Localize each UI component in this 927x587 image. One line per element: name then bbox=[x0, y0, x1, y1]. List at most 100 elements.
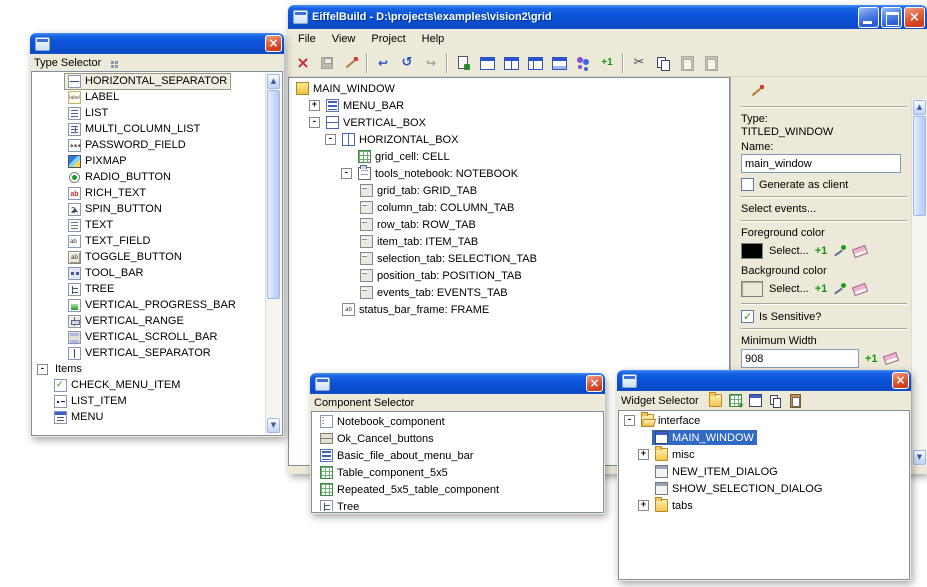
window-tool-button[interactable] bbox=[475, 51, 499, 75]
close-button[interactable] bbox=[892, 372, 909, 389]
tree-row[interactable]: SPIN_BUTTON bbox=[33, 201, 265, 217]
redo-button[interactable] bbox=[419, 51, 443, 75]
background-color-swatch[interactable] bbox=[741, 281, 763, 297]
tree-row[interactable]: -VERTICAL_BOX bbox=[289, 114, 729, 131]
expand-icon[interactable]: + bbox=[309, 100, 320, 111]
tree-row[interactable]: TOOL_BAR bbox=[33, 265, 265, 281]
tree-row[interactable]: row_tab: ROW_TAB bbox=[289, 216, 729, 233]
expand-icon[interactable]: + bbox=[638, 500, 649, 511]
foreground-select-link[interactable]: Select... bbox=[769, 245, 809, 257]
close-button[interactable] bbox=[904, 7, 925, 28]
tree-row[interactable]: selection_tab: SELECTION_TAB bbox=[289, 250, 729, 267]
tree-row[interactable]: HORIZONTAL_SEPARATOR bbox=[33, 73, 265, 89]
menu-view[interactable]: View bbox=[324, 31, 364, 47]
background-pick-color-icon[interactable] bbox=[833, 282, 847, 296]
tree-row[interactable]: grid_cell: CELL bbox=[289, 148, 729, 165]
undo-all-button[interactable] bbox=[395, 51, 419, 75]
tree-row[interactable]: LABEL bbox=[33, 89, 265, 105]
tree-row[interactable]: RADIO_BUTTON bbox=[33, 169, 265, 185]
type-list-scrollbar[interactable] bbox=[265, 73, 281, 434]
minimum-width-reset-icon[interactable] bbox=[882, 352, 898, 365]
scroll-up-button[interactable] bbox=[913, 100, 926, 115]
background-add-one-icon[interactable] bbox=[815, 282, 828, 296]
collapse-icon[interactable]: - bbox=[37, 364, 48, 375]
tree-row[interactable]: MENU bbox=[33, 409, 265, 425]
copy-icon[interactable] bbox=[769, 394, 782, 407]
tree-row[interactable]: VERTICAL_SCROLL_BAR bbox=[33, 329, 265, 345]
paste-special-button[interactable] bbox=[699, 51, 723, 75]
tree-row[interactable]: TREE bbox=[33, 281, 265, 297]
tree-row[interactable]: Notebook_component bbox=[313, 413, 602, 430]
generate-client-checkbox[interactable] bbox=[741, 178, 754, 191]
close-button[interactable] bbox=[586, 375, 603, 392]
tree-row[interactable]: Repeated_5x5_table_component bbox=[313, 481, 602, 498]
collapse-icon[interactable]: - bbox=[341, 168, 352, 179]
tree-row[interactable]: LIST bbox=[33, 105, 265, 121]
tree-row[interactable]: status_bar_frame: FRAME bbox=[289, 301, 729, 318]
tree-row[interactable]: MAIN_WINDOW bbox=[289, 80, 729, 97]
users-button[interactable] bbox=[571, 51, 595, 75]
scroll-up-button[interactable] bbox=[267, 74, 280, 89]
new-folder-icon[interactable] bbox=[709, 394, 722, 407]
titlebar[interactable]: EiffelBuild - D:\projects\examples\visio… bbox=[288, 5, 927, 29]
add-one-button[interactable] bbox=[595, 51, 619, 75]
tree-row[interactable]: -Items bbox=[33, 361, 265, 377]
collapse-icon[interactable]: - bbox=[309, 117, 320, 128]
paste-button[interactable] bbox=[675, 51, 699, 75]
foreground-pick-color-icon[interactable] bbox=[833, 244, 847, 258]
maximize-button[interactable] bbox=[881, 7, 902, 28]
tree-row[interactable]: -HORIZONTAL_BOX bbox=[289, 131, 729, 148]
grip-icon[interactable] bbox=[111, 61, 114, 64]
tree-row[interactable]: MULTI_COLUMN_LIST bbox=[33, 121, 265, 137]
tree-row[interactable]: -interface bbox=[620, 412, 908, 429]
minimum-width-input[interactable] bbox=[741, 349, 859, 368]
is-sensitive-checkbox[interactable] bbox=[741, 310, 754, 323]
scrollbar-thumb[interactable] bbox=[913, 116, 926, 216]
tree-row[interactable]: +tabs bbox=[620, 497, 908, 514]
window-icon[interactable] bbox=[749, 394, 762, 407]
copy-button[interactable] bbox=[651, 51, 675, 75]
menu-help[interactable]: Help bbox=[414, 31, 453, 47]
tree-row[interactable]: RICH_TEXT bbox=[33, 185, 265, 201]
component-window-button[interactable] bbox=[547, 51, 571, 75]
tree-row[interactable]: Table_component_5x5 bbox=[313, 464, 602, 481]
paste-icon[interactable] bbox=[789, 394, 802, 407]
tree-row[interactable]: -tools_notebook: NOTEBOOK bbox=[289, 165, 729, 182]
tree-row[interactable]: LIST_ITEM bbox=[33, 393, 265, 409]
foreground-reset-icon[interactable] bbox=[852, 244, 868, 257]
tree-row[interactable]: +misc bbox=[620, 446, 908, 463]
tree-row[interactable]: position_tab: POSITION_TAB bbox=[289, 267, 729, 284]
save-button[interactable] bbox=[315, 51, 339, 75]
foreground-add-one-icon[interactable] bbox=[815, 244, 828, 258]
foreground-color-swatch[interactable] bbox=[741, 243, 763, 259]
undo-button[interactable] bbox=[371, 51, 395, 75]
menu-file[interactable]: File bbox=[290, 31, 324, 47]
properties-scrollbar[interactable] bbox=[911, 99, 927, 466]
tree-row[interactable]: Basic_file_about_menu_bar bbox=[313, 447, 602, 464]
close-button[interactable] bbox=[265, 35, 282, 52]
tree-row[interactable]: TEXT bbox=[33, 217, 265, 233]
menu-project[interactable]: Project bbox=[363, 31, 413, 47]
tree-row[interactable]: MAIN_WINDOW bbox=[620, 429, 908, 446]
tree-row[interactable]: PASSWORD_FIELD bbox=[33, 137, 265, 153]
generate-button[interactable] bbox=[451, 51, 475, 75]
add-component-icon[interactable] bbox=[729, 394, 742, 407]
expand-icon[interactable]: + bbox=[638, 449, 649, 460]
style-wand-button[interactable] bbox=[339, 51, 363, 75]
scroll-down-button[interactable] bbox=[267, 418, 280, 433]
background-select-link[interactable]: Select... bbox=[769, 283, 809, 295]
tree-row[interactable]: item_tab: ITEM_TAB bbox=[289, 233, 729, 250]
tree-row[interactable]: +MENU_BAR bbox=[289, 97, 729, 114]
tree-row[interactable]: VERTICAL_PROGRESS_BAR bbox=[33, 297, 265, 313]
widget-window-button[interactable] bbox=[523, 51, 547, 75]
titlebar[interactable] bbox=[30, 33, 284, 54]
minimize-button[interactable] bbox=[858, 7, 879, 28]
tree-row[interactable]: column_tab: COLUMN_TAB bbox=[289, 199, 729, 216]
split-window-button[interactable] bbox=[499, 51, 523, 75]
tree-row[interactable]: Tree bbox=[313, 498, 602, 511]
select-events-link[interactable]: Select events... bbox=[741, 203, 907, 215]
tree-row[interactable]: grid_tab: GRID_TAB bbox=[289, 182, 729, 199]
tree-row[interactable]: CHECK_MENU_ITEM bbox=[33, 377, 265, 393]
scroll-down-button[interactable] bbox=[913, 450, 926, 465]
tree-row[interactable]: SHOW_SELECTION_DIALOG bbox=[620, 480, 908, 497]
